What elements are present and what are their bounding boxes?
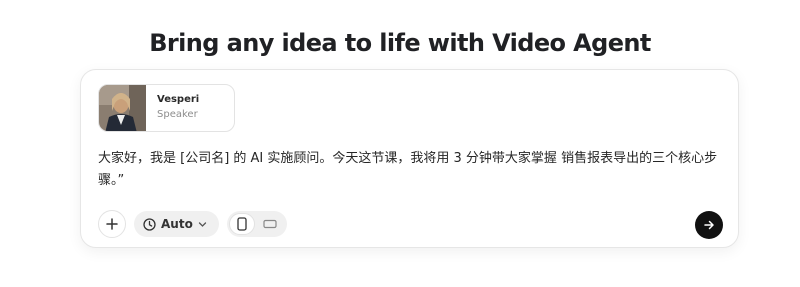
- aspect-ratio-toggle: [227, 211, 287, 237]
- clock-icon: [143, 217, 156, 231]
- send-button[interactable]: [695, 211, 723, 239]
- speaker-avatar: [99, 85, 146, 131]
- add-button[interactable]: [98, 210, 126, 238]
- script-textarea[interactable]: 大家好，我是 [公司名] 的 AI 实施顾问。今天这节课，我将用 3 分钟带大家…: [98, 148, 723, 192]
- speaker-name: Vesperi: [157, 94, 200, 105]
- portrait-ratio-button[interactable]: [229, 213, 255, 235]
- plus-icon: [106, 218, 118, 230]
- prompt-card: Vesperi Speaker 大家好，我是 [公司名] 的 AI 实施顾问。今…: [80, 69, 739, 248]
- duration-value: Auto: [161, 217, 193, 231]
- chevron-down-icon: [198, 221, 206, 227]
- page-title: Bring any idea to life with Video Agent: [149, 29, 651, 58]
- duration-dropdown[interactable]: Auto: [134, 211, 219, 237]
- speaker-selector[interactable]: Vesperi Speaker: [98, 84, 235, 132]
- phone-portrait-icon: [237, 217, 247, 231]
- arrow-right-icon: [704, 220, 714, 230]
- landscape-ratio-button[interactable]: [257, 213, 283, 235]
- speaker-role: Speaker: [157, 109, 198, 120]
- landscape-icon: [263, 219, 277, 229]
